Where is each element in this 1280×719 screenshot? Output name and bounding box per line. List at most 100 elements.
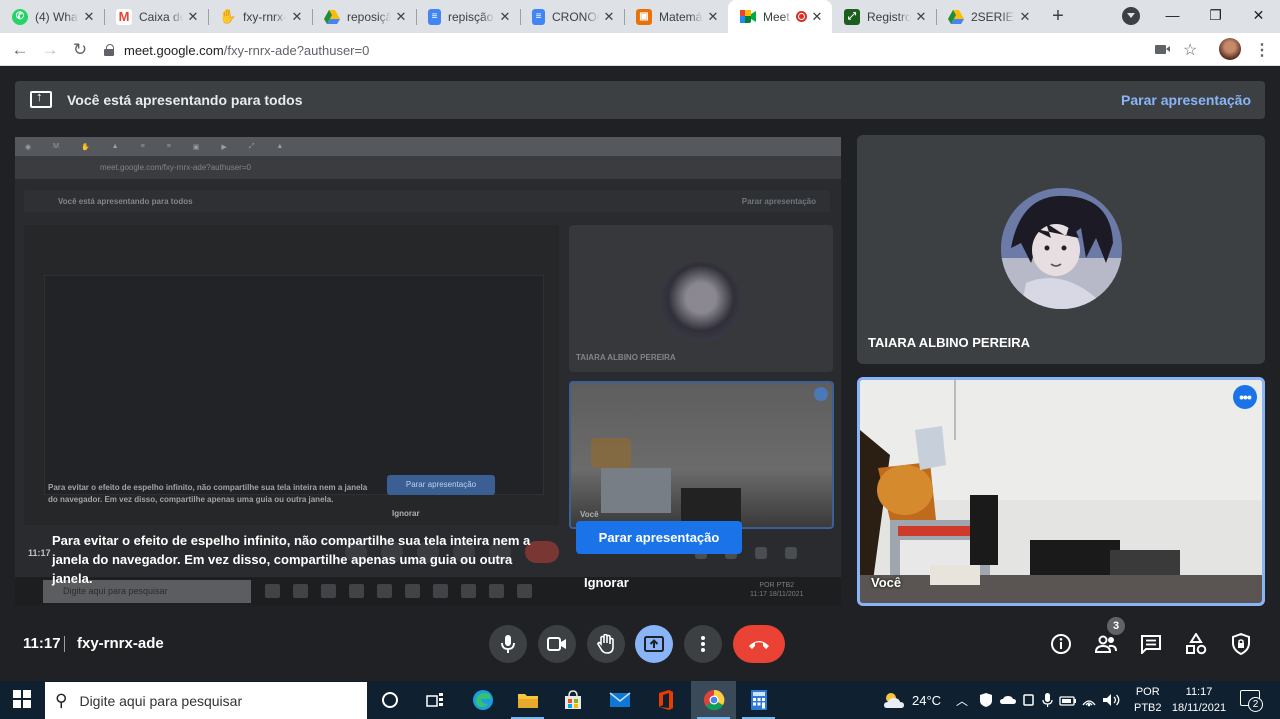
more-options-button[interactable] [684,625,722,663]
forward-icon[interactable]: → [39,39,61,61]
browser-menu-icon[interactable]: ⋮ [1254,40,1270,60]
close-tab-icon[interactable]: ✕ [394,9,408,25]
tab-title: 2SERIE_ [971,9,1015,24]
windows-start-icon[interactable] [13,690,31,708]
temperature: 24°C [912,692,942,708]
url-host: meet.google.com [124,42,224,58]
host-controls-button[interactable] [1228,631,1254,657]
search-icon: ⚲ [55,690,68,710]
meeting-details-button[interactable] [1048,631,1074,657]
more-options-icon[interactable]: ••• [1233,385,1257,409]
tab-fxy-rnrx-ade[interactable]: ✋ fxy-rnrx-ade ✕ [208,0,312,33]
close-tab-icon[interactable]: ✕ [1018,9,1032,25]
presenting-message: Você está apresentando para todos [67,92,303,108]
store-taskbar-button[interactable] [550,681,595,719]
close-tab-icon[interactable]: ✕ [290,9,304,25]
tab-meet[interactable]: Meet ✕ [728,0,832,33]
minimize-icon[interactable]: — [1151,0,1194,30]
restore-icon[interactable]: ❐ [1194,0,1237,30]
meeting-code: fxy-rnrx-ade [77,635,164,652]
tab-reposicao[interactable]: reposição ✕ [312,0,416,33]
address-bar[interactable]: meet.google.com/fxy-rnrx-ade?authuser=0 [104,37,1204,63]
stop-presenting-button[interactable]: Parar apresentação [576,521,742,554]
people-count-badge: 3 [1107,617,1125,635]
close-tab-icon[interactable]: ✕ [498,9,512,25]
close-tab-icon[interactable]: ✕ [810,9,824,25]
calculator-taskbar-button[interactable] [736,681,781,719]
participant-name: TAIARA ALBINO PEREIRA [868,335,1031,350]
mail-taskbar-button[interactable] [597,681,642,719]
leave-call-button[interactable] [733,625,785,663]
close-tab-icon[interactable]: ✕ [706,9,720,25]
tab-title: repisção [448,9,494,24]
tab-registro[interactable]: ⤢ Registro ✕ [832,0,936,33]
task-view-button[interactable] [412,681,457,719]
tab-gmail[interactable]: M Caixa de entrada ✕ [104,0,208,33]
whatsapp-icon: ✆ [12,8,28,25]
infinite-mirror-warning: Para evitar o efeito de espelho infinito… [52,533,531,586]
show-hidden-icons[interactable]: ︿ [956,681,968,719]
tab-search-icon[interactable] [1122,7,1140,25]
input-language[interactable]: POR PTB2 [1134,684,1162,716]
close-tab-icon[interactable]: ✕ [82,9,96,25]
activities-button[interactable] [1183,631,1209,657]
tab-repiscao[interactable]: ≡ repisção ✕ [416,0,520,33]
presenting-banner: Você está apresentando para todos Parar … [15,81,1265,119]
partly-cloudy-icon [884,693,904,708]
back-icon[interactable]: ← [9,39,31,61]
people-icon [1094,635,1117,653]
self-name: Você [871,575,902,590]
tab-title: fxy-rnrx-ade [243,9,287,24]
folder-icon [517,694,538,708]
system-clock[interactable]: 11:17 18/11/2021 [1170,684,1228,716]
ignore-button[interactable]: Ignorar [584,575,629,590]
bookmark-star-icon[interactable]: ☆ [1183,40,1197,60]
camera-icon [547,637,566,651]
close-tab-icon[interactable]: ✕ [186,9,200,25]
self-video-tile[interactable] [857,377,1265,606]
reload-icon[interactable]: ↻ [69,39,91,61]
mail-icon [609,692,630,707]
recording-icon [796,11,807,22]
file-explorer-taskbar-button[interactable] [505,681,550,719]
hand-icon [597,634,614,654]
new-tab-button[interactable]: + [1040,0,1076,33]
classroom-icon: ▣ [636,8,652,25]
registro-icon: ⤢ [844,8,860,25]
camera-button[interactable] [538,625,576,663]
taskbar-search[interactable]: ⚲ Digite aqui para pesquisar [45,682,367,719]
office-taskbar-button[interactable] [643,681,688,719]
present-screen-icon [30,89,52,108]
search-placeholder: Digite aqui para pesquisar [79,692,243,709]
cortana-button[interactable] [367,681,412,719]
microphone-icon [501,635,515,653]
lock-icon [104,44,114,56]
browser-toolbar: ← → ↻ meet.google.com/fxy-rnrx-ade?authu… [0,33,1280,66]
mirror-tab-strip: ◉ M ✋ ▲ ≡ ≡ ▣ ▶ ⤢ ▲ [15,137,841,156]
close-tab-icon[interactable]: ✕ [914,9,928,25]
hand-icon: ✋ [219,8,237,24]
chrome-icon [703,689,724,711]
tab-title: (4) WhatsApp [35,9,79,24]
close-tab-icon[interactable]: ✕ [602,9,616,25]
tab-whatsapp[interactable]: ✆ (4) WhatsApp ✕ [0,0,104,33]
gmail-icon: M [116,8,132,25]
weather-widget[interactable]: 24°C [882,681,941,719]
raise-hand-button[interactable] [587,625,625,663]
chrome-taskbar-button[interactable] [691,681,736,719]
mirror-self-name: Você [580,510,599,519]
stop-presenting-link[interactable]: Parar apresentação [1121,92,1251,108]
edge-taskbar-button[interactable] [460,681,505,719]
chat-button[interactable] [1138,631,1164,657]
mirror-ignore: Ignorar [392,509,420,518]
present-now-button[interactable] [635,625,673,663]
tab-matematica[interactable]: ▣ Matemática ✕ [624,0,728,33]
mirror-avatar [661,262,741,342]
profile-avatar[interactable] [1219,38,1241,60]
close-window-icon[interactable]: ✕ [1237,0,1280,30]
camera-in-use-icon[interactable] [1155,45,1170,54]
tab-2serie[interactable]: 2SERIE_ ✕ [936,0,1040,33]
microphone-button[interactable] [489,625,527,663]
tab-cronograma[interactable]: ≡ CRONOGRAMA ✕ [520,0,624,33]
tab-title: Meet [763,9,790,24]
